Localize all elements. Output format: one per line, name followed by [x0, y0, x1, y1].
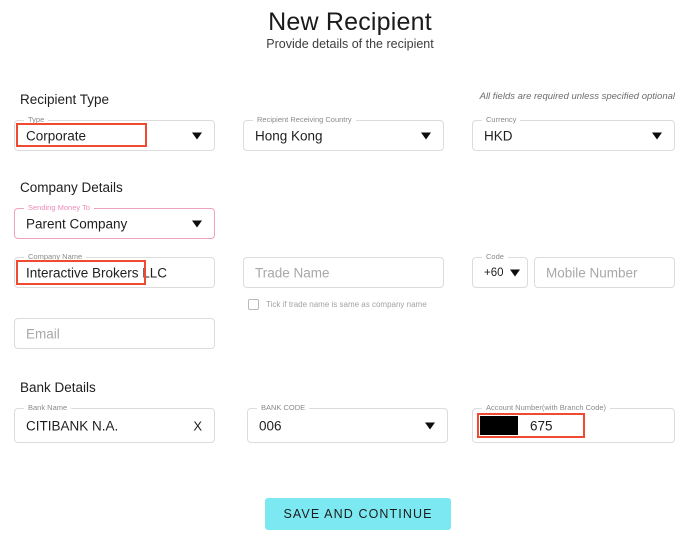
chevron-down-icon[interactable]	[652, 132, 662, 139]
account-number-value: 675	[530, 418, 553, 433]
checkbox-icon[interactable]	[248, 299, 259, 310]
sending-money-to-label: Sending Money To	[24, 203, 94, 213]
trade-name-input[interactable]: Trade Name	[243, 257, 444, 288]
bank-code-value: 006	[259, 418, 282, 433]
type-value: Corporate	[26, 128, 87, 143]
required-fields-note: All fields are required unless specified…	[479, 91, 675, 102]
bank-name-input[interactable]: Bank Name CITIBANK N.A. X	[14, 403, 215, 443]
recipient-receiving-country-label: Recipient Receiving Country	[253, 115, 356, 125]
sending-money-to-select[interactable]: Sending Money To Parent Company	[14, 203, 215, 239]
bank-name-value: CITIBANK N.A.	[26, 418, 119, 433]
bank-code-label: BANK CODE	[257, 403, 310, 413]
trade-name-same-as-company-label: Tick if trade name is same as company na…	[266, 300, 427, 309]
phone-code-label: Code	[482, 252, 508, 262]
currency-select[interactable]: Currency HKD	[472, 115, 675, 151]
account-number-label: Account Number(with Branch Code)	[482, 403, 611, 413]
chevron-down-icon[interactable]	[192, 220, 202, 227]
currency-label: Currency	[482, 115, 521, 125]
bank-code-select[interactable]: BANK CODE 006	[247, 403, 448, 443]
section-heading-bank-details: Bank Details	[20, 380, 96, 395]
section-heading-recipient-type: Recipient Type	[20, 92, 110, 107]
save-and-continue-button[interactable]: SAVE AND CONTINUE	[265, 498, 451, 530]
chevron-down-icon[interactable]	[510, 269, 520, 276]
chevron-down-icon[interactable]	[425, 422, 435, 429]
recipient-receiving-country-value: Hong Kong	[255, 128, 323, 143]
sending-money-to-value: Parent Company	[26, 216, 128, 231]
currency-value: HKD	[484, 128, 513, 143]
mobile-number-input[interactable]: Mobile Number	[534, 257, 675, 288]
section-heading-company-details: Company Details	[20, 180, 123, 195]
email-input[interactable]: Email	[14, 318, 215, 349]
recipient-receiving-country-select[interactable]: Recipient Receiving Country Hong Kong	[243, 115, 444, 151]
chevron-down-icon[interactable]	[192, 132, 202, 139]
type-label: Type	[24, 115, 49, 125]
company-name-input[interactable]: Company Name Interactive Brokers LLC	[14, 252, 215, 288]
page-subtitle: Provide details of the recipient	[266, 37, 434, 51]
trade-name-placeholder: Trade Name	[255, 265, 330, 280]
email-placeholder: Email	[26, 326, 60, 341]
mobile-number-placeholder: Mobile Number	[546, 265, 638, 280]
page-title: New Recipient	[268, 8, 432, 36]
new-recipient-form-page: New Recipient Provide details of the rec…	[0, 0, 700, 541]
phone-code-select[interactable]: Code +60	[472, 252, 528, 288]
phone-code-value: +60	[484, 266, 504, 279]
clear-icon[interactable]: X	[193, 419, 202, 432]
company-name-value: Interactive Brokers LLC	[26, 265, 168, 280]
type-select[interactable]: Type Corporate	[14, 115, 215, 151]
bank-name-label: Bank Name	[24, 403, 72, 413]
company-name-label: Company Name	[24, 252, 87, 262]
trade-name-same-as-company-checkbox-row[interactable]: Tick if trade name is same as company na…	[248, 299, 427, 310]
account-number-redaction-bar	[480, 416, 518, 435]
chevron-down-icon[interactable]	[421, 132, 431, 139]
